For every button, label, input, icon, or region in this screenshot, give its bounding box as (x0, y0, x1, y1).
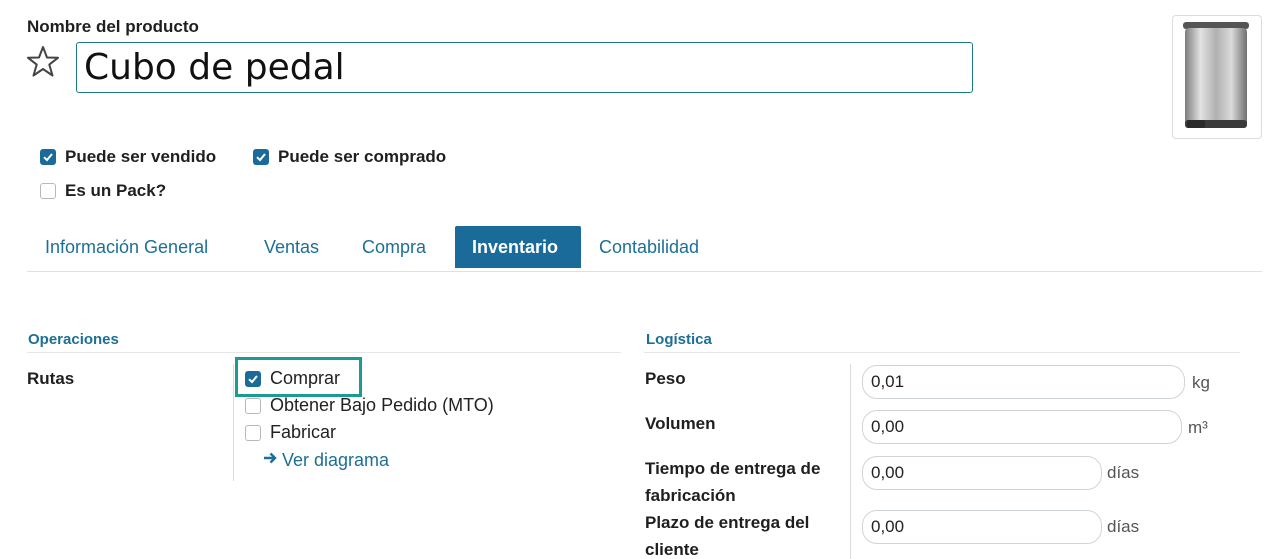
option-label: Puede ser vendido (65, 147, 217, 166)
option-label: Es un Pack? (65, 181, 167, 200)
highlight-box (235, 357, 362, 397)
section-title-logistica: Logística (646, 331, 712, 348)
view-diagram-link[interactable]: Ver diagrama (262, 450, 389, 471)
checkbox-route-fabricar[interactable] (245, 424, 261, 441)
checkbox-route-mto[interactable] (245, 397, 261, 414)
weight-input[interactable]: 0,01 (862, 365, 1185, 399)
customer-lead-unit: días (1107, 517, 1140, 536)
tab-ventas[interactable]: Ventas (247, 226, 336, 268)
customer-lead-input[interactable]: 0,00 (862, 510, 1102, 544)
section-divider (644, 352, 1240, 353)
section-divider (27, 352, 621, 353)
volume-input[interactable]: 0,00 (862, 410, 1182, 444)
tab-compra[interactable]: Compra (345, 226, 443, 268)
option-is-pack[interactable]: Es un Pack? (40, 181, 166, 201)
product-image[interactable] (1172, 15, 1262, 139)
tab-contabilidad[interactable]: Contabilidad (582, 226, 716, 268)
checkbox-pack[interactable] (40, 183, 56, 199)
routes-label: Rutas (27, 369, 75, 388)
tab-informacion-general[interactable]: Información General (28, 226, 225, 268)
logistics-divider (850, 364, 851, 559)
section-title-operaciones: Operaciones (28, 331, 119, 348)
manufacturing-lead-label: Tiempo de entrega de fabricación (645, 459, 821, 505)
checkbox-purchased[interactable] (253, 149, 269, 165)
manufacturing-lead-unit: días (1107, 463, 1140, 482)
favorite-star-icon[interactable] (26, 44, 62, 80)
view-diagram-label: Ver diagrama (282, 450, 390, 470)
pedal-bin-image (1183, 22, 1249, 128)
volume-unit: m³ (1188, 418, 1208, 437)
tab-inventario[interactable]: Inventario (455, 226, 581, 268)
product-name-label: Nombre del producto (27, 17, 199, 36)
option-can-be-sold[interactable]: Puede ser vendido (40, 147, 216, 167)
weight-label: Peso (645, 369, 686, 388)
customer-lead-label: Plazo de entrega del cliente (645, 513, 810, 559)
volume-label: Volumen (645, 414, 716, 433)
product-name-input[interactable]: Cubo de pedal (76, 42, 973, 93)
checkbox-sold[interactable] (40, 149, 56, 165)
arrow-right-icon (262, 450, 278, 471)
weight-unit: kg (1192, 373, 1210, 392)
route-mto[interactable]: Obtener Bajo Pedido (MTO) (245, 395, 494, 416)
option-label: Puede ser comprado (278, 147, 447, 166)
option-can-be-purchased[interactable]: Puede ser comprado (253, 147, 446, 167)
route-label: Fabricar (270, 422, 337, 442)
tab-bar: Información General Ventas Compra Invent… (27, 226, 1262, 272)
manufacturing-lead-input[interactable]: 0,00 (862, 456, 1102, 490)
routes-divider (233, 364, 234, 481)
route-label: Obtener Bajo Pedido (MTO) (270, 395, 494, 415)
route-fabricar[interactable]: Fabricar (245, 422, 336, 443)
